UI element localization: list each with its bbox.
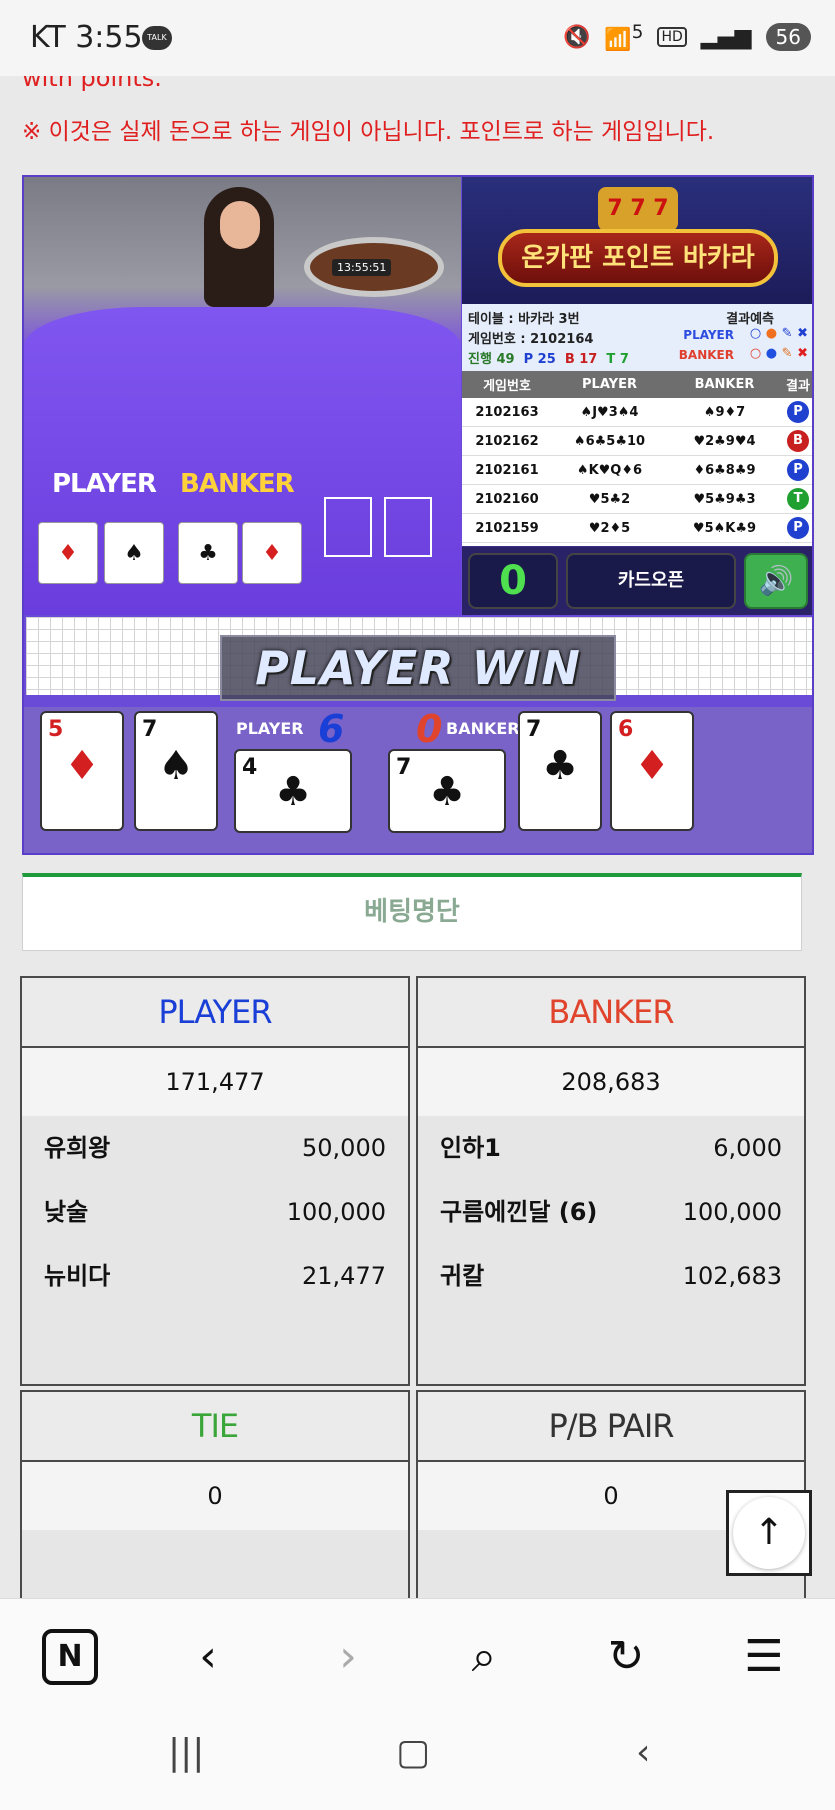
menu-icon[interactable]: ☰ — [736, 1629, 792, 1685]
betting-list-header: 베팅명단 — [22, 873, 802, 951]
player-card-2: 7 ♠ — [134, 711, 218, 831]
history-row: 2102161 ♠K♥Q♦6 ♦6♣8♣9 P — [462, 456, 812, 485]
betting-list-title: 베팅명단 — [364, 897, 460, 927]
banker-bets-panel: BANKER 208,683 인하1 6,000 구름에낀달 (6) 100,000… — [416, 976, 806, 1386]
reveal-banker-label: BANKER — [446, 719, 520, 738]
result-ball: T — [787, 488, 809, 510]
tie-bets-panel: TIE 0 — [20, 1390, 410, 1598]
predict-player-options[interactable]: ○ ● ✎ ✖ — [750, 326, 808, 341]
back-arrow-icon[interactable]: ‹ — [180, 1629, 236, 1685]
player-score: 6 — [318, 707, 345, 751]
bet-row: 뉴비다 21,477 — [44, 1262, 386, 1290]
live-card: ♣ — [178, 522, 238, 584]
banker-bets-total: 208,683 — [418, 1048, 804, 1116]
history-row: 2102162 ♠6♣5♣10 ♥2♣9♥4 B — [462, 427, 812, 456]
player-bets-panel: PLAYER 171,477 유희왕 50,000 낮술 100,000 뉴비다 21… — [20, 976, 410, 1386]
bet-row: 구름에낀달 (6) 100,000 — [440, 1198, 782, 1226]
reveal-player-label: PLAYER — [236, 719, 304, 738]
banker-card-3: 7 ♣ — [388, 749, 506, 833]
player-bets-title: PLAYER — [22, 978, 408, 1048]
search-icon[interactable]: ⌕ — [456, 1629, 512, 1685]
hd-icon: HD — [657, 27, 687, 48]
wifi-icon: 📶5 — [604, 22, 644, 53]
history-table: 게임번호 PLAYER BANKER 결과 2102163 ♠J♥3♠4 ♠9♦7 P… — [462, 371, 812, 546]
live-player-label: PLAYER — [52, 469, 157, 499]
signal-icon: ▂▄▆ — [700, 24, 752, 50]
pair-bets-title: P/B PAIR — [418, 1392, 804, 1462]
live-card: ♦ — [242, 522, 302, 584]
bet-row: 인하1 6,000 — [440, 1134, 782, 1162]
predict-banker-options[interactable]: ○ ● ✎ ✖ — [750, 346, 808, 361]
carrier-time: KT 3:55 — [30, 20, 143, 55]
game-controls: 0 카드오픈 🔊 — [462, 547, 812, 615]
game-logo: 7 7 7 온카판 포인트 바카라 — [462, 177, 812, 304]
table-name: 테이블 : 바카라 3번 — [468, 312, 580, 327]
browser-toolbar: N ‹ › ⌕ ↻ ☰ — [0, 1598, 835, 1708]
live-video: 13:55:51 PLAYER BANKER ♦ ♠ ♣ ♦ — [24, 177, 461, 615]
history-row: 2102160 ♥5♣2 ♥5♣9♣3 T — [462, 485, 812, 514]
status-bar: KT 3:55 TALK 🔇 📶5 HD ▂▄▆ 56 — [0, 0, 835, 76]
player-card-1: 5 ♦ — [40, 711, 124, 831]
scroll-to-top-button[interactable]: ↑ — [726, 1490, 812, 1576]
prediction-label: 결과예측 — [726, 312, 774, 327]
banker-bets-title: BANKER — [418, 978, 804, 1048]
game-number: 게임번호 : 2102164 — [468, 332, 594, 347]
banker-card-1: 7 ♣ — [518, 711, 602, 831]
notice-message: ※ 이것은 실제 돈으로 하는 게임이 아닙니다. 포인트로 하는 게임입니다. — [22, 119, 715, 145]
card-open-button[interactable]: 카드오픈 — [566, 553, 736, 609]
banker-card-2: 6 ♦ — [610, 711, 694, 831]
arrow-up-icon: ↑ — [733, 1497, 805, 1569]
predict-banker-label: BANKER — [678, 348, 734, 362]
system-back-icon[interactable]: ‹ — [636, 1732, 650, 1773]
dealer-face — [220, 201, 260, 249]
live-card: ♠ — [104, 522, 164, 584]
slot-reels: 7 7 7 — [598, 187, 678, 231]
android-nav-bar: ||| ▢ ‹ — [0, 1708, 835, 1810]
card-slot — [384, 497, 432, 557]
card-reveal: 5 ♦ 7 ♠ 4 ♣ PLAYER 6 0 BANKER 7 ♣ 7 ♣ 6 ♦ — [24, 707, 812, 853]
result-ball: P — [787, 517, 809, 539]
history-row: 2102159 ♥2♦5 ♥5♠K♣9 P — [462, 514, 812, 543]
page-content: with points. ※ 이것은 실제 돈으로 하는 게임이 아닙니다. 포… — [0, 76, 835, 1598]
baccarat-game: 13:55:51 PLAYER BANKER ♦ ♠ ♣ ♦ 7 7 7 온카판… — [22, 175, 814, 855]
table-info: 테이블 : 바카라 3번 게임번호 : 2102164 진행 49 P 25 B… — [462, 304, 812, 371]
result-ball: P — [787, 401, 809, 423]
bet-row: 유희왕 50,000 — [44, 1134, 386, 1162]
live-banker-label: BANKER — [180, 469, 295, 499]
counter-display: 0 — [468, 553, 558, 609]
mute-icon: 🔇 — [562, 24, 591, 50]
forward-arrow-icon[interactable]: › — [320, 1629, 376, 1685]
banker-score: 0 — [416, 707, 443, 751]
history-row: 2102163 ♠J♥3♠4 ♠9♦7 P — [462, 398, 812, 427]
history-header: 게임번호 PLAYER BANKER 결과 — [462, 371, 812, 398]
live-card: ♦ — [38, 522, 98, 584]
card-slot — [324, 497, 372, 557]
game-side-panel: 7 7 7 온카판 포인트 바카라 테이블 : 바카라 3번 게임번호 : 21… — [462, 177, 812, 615]
notice-fragment: with points. — [22, 76, 162, 92]
naver-home-icon[interactable]: N — [42, 1629, 98, 1685]
status-icons: 🔇 📶5 HD ▂▄▆ 56 — [563, 22, 811, 52]
logo-title: 온카판 포인트 바카라 — [498, 229, 778, 287]
tie-bets-title: TIE — [22, 1392, 408, 1462]
bet-row: 귀칼 102,683 — [440, 1262, 782, 1290]
speaker-icon[interactable]: 🔊 — [744, 553, 808, 609]
battery-icon: 56 — [765, 23, 811, 52]
player-card-3: 4 ♣ — [234, 749, 352, 833]
recent-apps-icon[interactable]: ||| — [168, 1732, 204, 1773]
player-bets-total: 171,477 — [22, 1048, 408, 1116]
reload-icon[interactable]: ↻ — [598, 1629, 654, 1685]
result-ball: P — [787, 459, 809, 481]
result-banner: PLAYER WIN — [220, 635, 616, 701]
talk-icon: TALK — [142, 26, 172, 50]
result-ball: B — [787, 430, 809, 452]
tie-bets-total: 0 — [22, 1462, 408, 1530]
predict-player-label: PLAYER — [683, 328, 734, 342]
home-icon[interactable]: ▢ — [396, 1732, 430, 1773]
video-clock: 13:55:51 — [332, 259, 392, 276]
progress-stats: 진행 49 P 25 B 17 T 7 — [468, 352, 629, 367]
bet-row: 낮술 100,000 — [44, 1198, 386, 1226]
